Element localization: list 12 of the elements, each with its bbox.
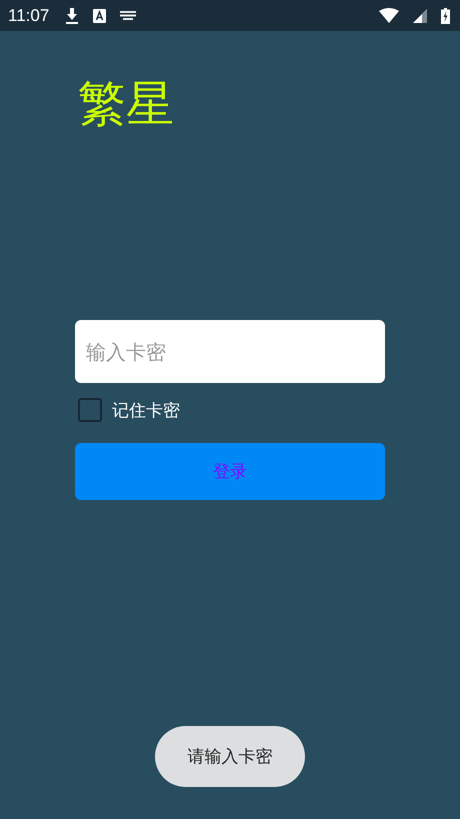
- app-title: 繁星: [78, 75, 175, 133]
- remember-label[interactable]: 记住卡密: [112, 398, 180, 422]
- battery-icon: [441, 8, 450, 24]
- keyboard-icon: [120, 11, 136, 20]
- wifi-icon: [379, 8, 399, 23]
- status-time: 11:07: [8, 6, 50, 26]
- font-icon: [93, 8, 106, 22]
- download-icon: [65, 8, 80, 24]
- remember-checkbox[interactable]: [78, 398, 102, 422]
- toast-message: 请输入卡密: [155, 726, 305, 787]
- card-key-field[interactable]: 输入卡密: [75, 320, 385, 383]
- signal-icon: [413, 8, 427, 22]
